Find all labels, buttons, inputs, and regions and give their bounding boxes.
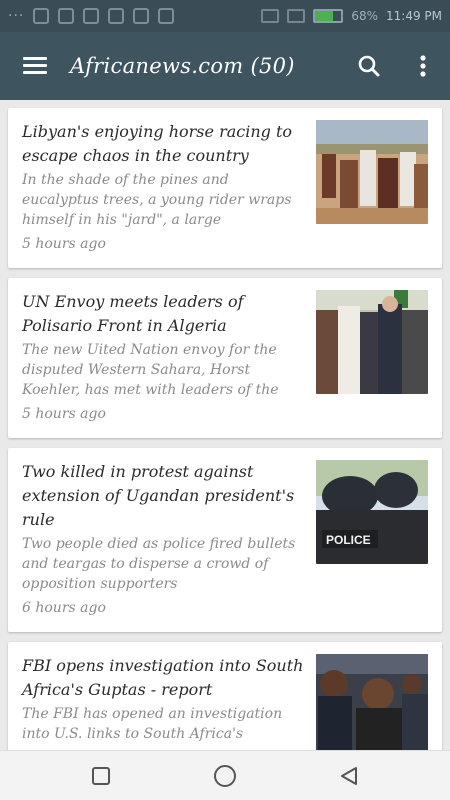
article-title: Two killed in protest against extension … — [22, 462, 295, 529]
app-bar: Africanews.com (50) — [0, 32, 450, 100]
article-thumbnail[interactable] — [316, 654, 428, 750]
hamburger-icon — [23, 57, 47, 75]
menu-button[interactable] — [0, 32, 70, 100]
back-button[interactable] — [335, 762, 363, 790]
article-thumbnail[interactable] — [316, 290, 428, 394]
mail-icon — [83, 8, 100, 24]
article-time: 5 hours ago — [22, 236, 106, 252]
shield-icon — [33, 8, 50, 24]
hotspot-icon — [261, 9, 280, 23]
news-card[interactable]: Libyan's enjoying horse racing to escape… — [8, 108, 442, 268]
navigation-bar — [0, 750, 450, 800]
more-vert-icon — [420, 55, 426, 77]
search-button[interactable] — [342, 32, 396, 100]
article-description: Two people died as police fired bullets … — [22, 536, 296, 592]
article-time: 6 hours ago — [22, 600, 106, 616]
app-title: Africanews.com (50) — [70, 54, 295, 78]
article-thumbnail[interactable] — [316, 120, 428, 224]
status-bar: ··· 68% 11:49 PM — [0, 0, 450, 32]
news-card[interactable]: UN Envoy meets leaders of Polisario Fron… — [8, 278, 442, 438]
police-label: POLICE — [326, 533, 371, 547]
image-icon — [58, 8, 75, 24]
overflow-menu-button[interactable] — [396, 32, 450, 100]
sync-icon — [133, 8, 150, 24]
news-card[interactable]: FBI opens investigation into South Afric… — [8, 642, 442, 750]
news-card[interactable]: Two killed in protest against extension … — [8, 448, 442, 632]
news-feed[interactable]: Libyan's enjoying horse racing to escape… — [0, 100, 450, 750]
article-thumbnail[interactable]: POLICE — [316, 460, 428, 564]
circle-icon — [214, 764, 236, 787]
home-button[interactable] — [211, 762, 239, 790]
battery-percent: 68% — [351, 9, 378, 23]
signal-icon — [287, 9, 306, 23]
triangle-back-icon — [341, 766, 357, 785]
search-icon — [358, 55, 380, 77]
article-title: UN Envoy meets leaders of Polisario Fron… — [22, 292, 244, 335]
square-icon — [92, 766, 110, 785]
article-description: In the shade of the pines and eucalyptus… — [22, 172, 292, 228]
wireless-icon — [108, 8, 125, 24]
notification-icons: ··· — [8, 8, 175, 24]
article-time: 5 hours ago — [22, 406, 106, 422]
clock-time: 11:49 PM — [386, 9, 442, 23]
clock-icon — [158, 8, 175, 24]
article-description: The new Uited Nation envoy for the dispu… — [22, 342, 279, 398]
battery-icon — [313, 9, 344, 23]
article-description: The FBI has opened an investigation into… — [22, 706, 283, 742]
article-title: FBI opens investigation into South Afric… — [22, 656, 304, 699]
recents-button[interactable] — [87, 762, 115, 790]
system-icons: 68% 11:49 PM — [261, 9, 442, 23]
article-title: Libyan's enjoying horse racing to escape… — [22, 122, 293, 165]
more-notifications-icon: ··· — [8, 8, 25, 24]
